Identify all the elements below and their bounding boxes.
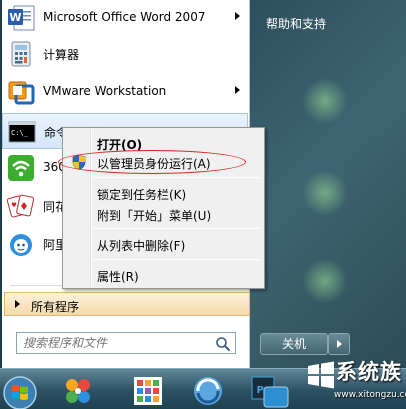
program-label: Microsoft Office Word 2007 xyxy=(43,10,206,24)
menu-item-remove-from-list[interactable]: 从列表中删除(F) xyxy=(65,233,262,255)
menu-item-pin-start[interactable]: 附到「开始」菜单(U) xyxy=(65,203,262,225)
word-icon: W xyxy=(8,5,35,31)
windows-logo-icon xyxy=(308,361,334,389)
taskbar-app-grid-icon[interactable] xyxy=(124,373,172,409)
program-item-calculator[interactable]: 计算器 xyxy=(2,36,248,72)
svg-text:W: W xyxy=(9,11,21,24)
menu-item-label: 附到「开始」菜单(U) xyxy=(97,209,212,223)
calculator-icon xyxy=(11,41,31,67)
aliwangwang-icon xyxy=(10,234,32,256)
search-icon[interactable] xyxy=(215,336,231,352)
submenu-arrow-icon xyxy=(235,86,240,94)
360-wifi-icon xyxy=(8,155,34,181)
decorative-glow xyxy=(302,258,348,304)
decorative-glow xyxy=(302,170,348,216)
decorative-glow xyxy=(302,78,348,124)
program-item-word[interactable]: W Microsoft Office Word 2007 xyxy=(2,0,248,36)
start-menu-right-panel: 帮助和支持 关机 xyxy=(250,0,406,368)
taskbar-app-ps-icon[interactable]: Ps xyxy=(246,373,294,409)
program-label: VMware Workstation xyxy=(43,84,167,98)
taskbar-app-blue-swirl-icon[interactable] xyxy=(184,373,232,409)
cmd-icon: C:\_ xyxy=(8,121,36,143)
menu-item-label: 从列表中删除(F) xyxy=(97,239,186,253)
menu-item-label: 属性(R) xyxy=(97,270,139,284)
windows-start-orb-icon[interactable] xyxy=(0,373,46,409)
menu-item-pin-taskbar[interactable]: 锁定到任务栏(K) xyxy=(65,182,262,204)
all-programs-label: 所有程序 xyxy=(31,300,80,314)
menu-item-label: 锁定到任务栏(K) xyxy=(97,188,187,202)
svg-text:C:\_: C:\_ xyxy=(11,129,29,137)
menu-item-properties[interactable]: 属性(R) xyxy=(65,264,262,286)
annotation-ellipse xyxy=(58,150,246,174)
menu-separator xyxy=(93,259,260,260)
vmware-icon xyxy=(8,81,35,105)
program-item-vmware[interactable]: VMware Workstation xyxy=(2,74,248,110)
menu-separator xyxy=(93,228,260,229)
watermark-url: www.xitongzu.com xyxy=(334,390,406,400)
menu-separator xyxy=(93,177,260,178)
all-programs-button[interactable]: 所有程序 xyxy=(4,292,250,316)
arrow-right-icon xyxy=(337,340,342,348)
search-box[interactable] xyxy=(16,332,236,354)
solitaire-icon xyxy=(6,194,35,218)
watermark-text: 系统族 xyxy=(336,360,402,384)
site-watermark: 系统族 www.xitongzu.com xyxy=(306,352,406,409)
arrow-right-icon xyxy=(15,300,20,308)
taskbar-app-pinwheel-icon[interactable] xyxy=(54,373,102,409)
help-and-support-link[interactable]: 帮助和支持 xyxy=(266,15,326,32)
search-input[interactable] xyxy=(17,333,211,353)
program-label: 计算器 xyxy=(43,48,80,62)
submenu-arrow-icon xyxy=(235,12,240,20)
